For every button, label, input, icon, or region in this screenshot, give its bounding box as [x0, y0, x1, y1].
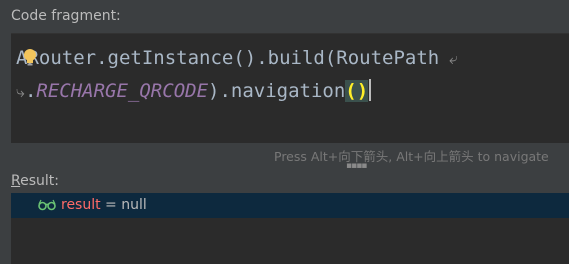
result-row[interactable]: result = null [11, 193, 569, 218]
text-caret [369, 79, 372, 101]
code-fragment-label: Code fragment: [11, 8, 121, 24]
watch-glasses-icon [38, 199, 56, 211]
result-label: Result: [11, 173, 59, 189]
resize-grip-icon[interactable]: ▪▪▪▪ [346, 161, 367, 171]
code-constant: RECHARGE_QRCODE [36, 80, 209, 102]
code-fragment-editor[interactable]: ARouter.getInstance().build(RoutePath ⤶ … [11, 33, 569, 143]
lightbulb-icon[interactable] [22, 47, 38, 69]
code-dot: . [24, 80, 37, 102]
matched-parens: () [345, 80, 369, 102]
soft-wrap-icon: ⤶ [439, 49, 458, 68]
result-entry: result = null [61, 197, 147, 213]
code-call: ).navigation [208, 80, 346, 102]
navigation-hint: Press Alt+向下箭头, Alt+向上箭头 to navigate [274, 149, 549, 164]
result-equals: = [100, 197, 122, 213]
code-text[interactable]: ARouter.getInstance().build(RoutePath ⤶ … [16, 42, 458, 108]
result-panel[interactable]: result = null [11, 193, 569, 264]
code-line-1: ARouter.getInstance().build(RoutePath [16, 47, 440, 69]
result-variable: result [61, 197, 101, 213]
soft-wrap-continuation-icon: ⤷ [16, 82, 25, 101]
result-value: null [121, 197, 147, 213]
